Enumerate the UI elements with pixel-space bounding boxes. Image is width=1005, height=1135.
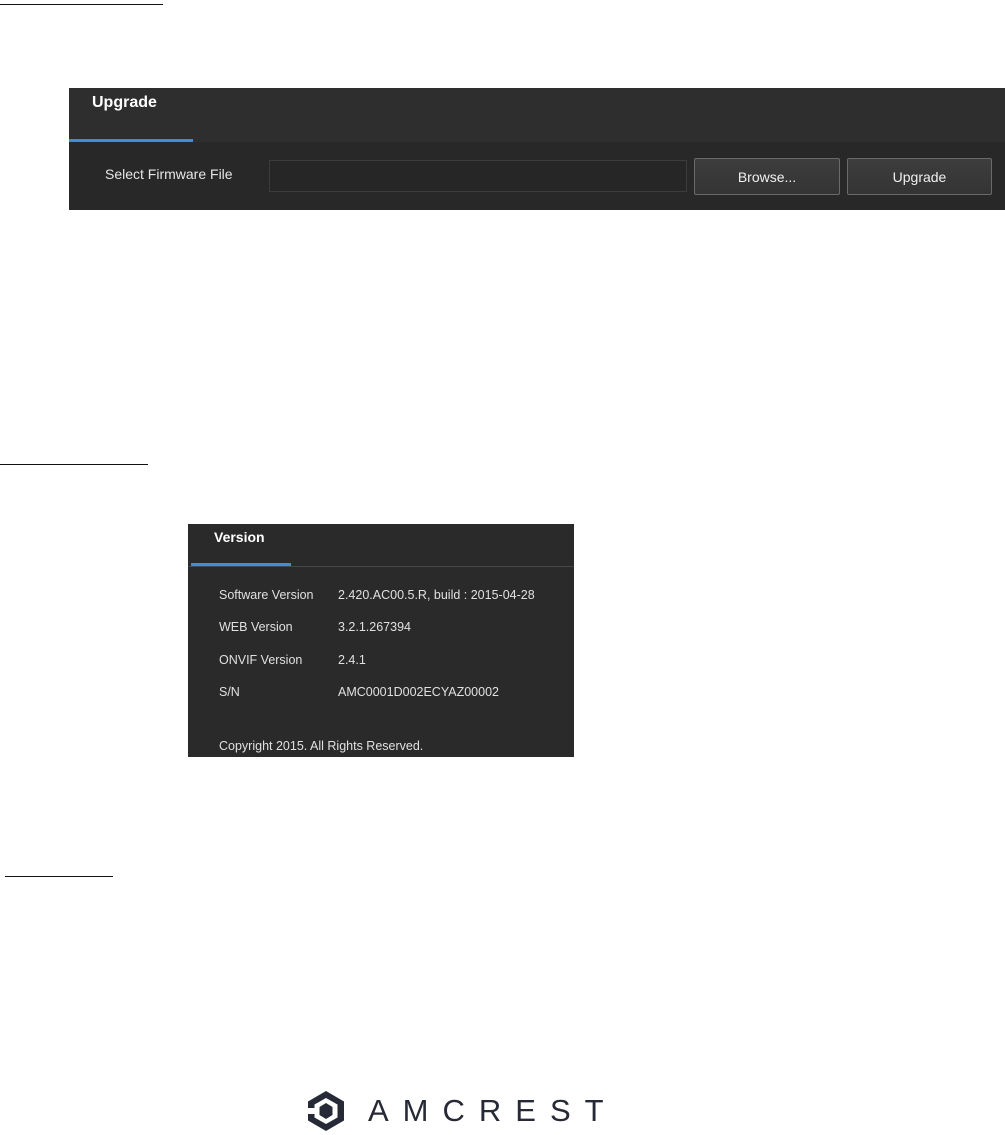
serial-number-label: S/N <box>219 685 240 699</box>
section-underline-2 <box>0 464 148 465</box>
firmware-file-label: Select Firmware File <box>105 166 233 182</box>
tab-version-label: Version <box>214 529 265 545</box>
upgrade-panel-header: Upgrade <box>69 88 1005 143</box>
amcrest-shield-logo-icon <box>307 1091 344 1131</box>
onvif-version-value: 2.4.1 <box>338 653 366 667</box>
upgrade-button[interactable]: Upgrade <box>847 158 992 195</box>
serial-number-value: AMC0001D002ECYAZ00002 <box>338 685 499 699</box>
firmware-file-input[interactable] <box>269 160 687 192</box>
copyright-text: Copyright 2015. All Rights Reserved. <box>219 739 424 753</box>
onvif-version-label: ONVIF Version <box>219 653 303 667</box>
browse-button[interactable]: Browse... <box>694 158 840 195</box>
web-version-value: 3.2.1.267394 <box>338 620 411 634</box>
version-panel: Version Software Version 2.420.AC00.5.R,… <box>188 524 574 757</box>
section-underline-3 <box>5 876 113 877</box>
tab-upgrade[interactable]: Upgrade <box>69 88 193 142</box>
tab-version[interactable]: Version <box>191 524 291 566</box>
software-version-value: 2.420.AC00.5.R, build : 2015-04-28 <box>338 588 535 602</box>
software-version-label: Software Version <box>219 588 314 602</box>
brand-name-text: AMCREST <box>368 1093 618 1128</box>
section-underline-1 <box>0 4 163 5</box>
amcrest-logo: AMCREST <box>304 1087 618 1135</box>
upgrade-panel: Upgrade Select Firmware File Browse... U… <box>69 88 1005 210</box>
web-version-label: WEB Version <box>219 620 293 634</box>
active-tab-indicator <box>191 563 291 566</box>
tab-upgrade-label: Upgrade <box>92 94 157 111</box>
version-panel-header: Version <box>188 524 574 567</box>
firmware-upgrade-row: Select Firmware File Browse... Upgrade <box>69 142 1005 210</box>
